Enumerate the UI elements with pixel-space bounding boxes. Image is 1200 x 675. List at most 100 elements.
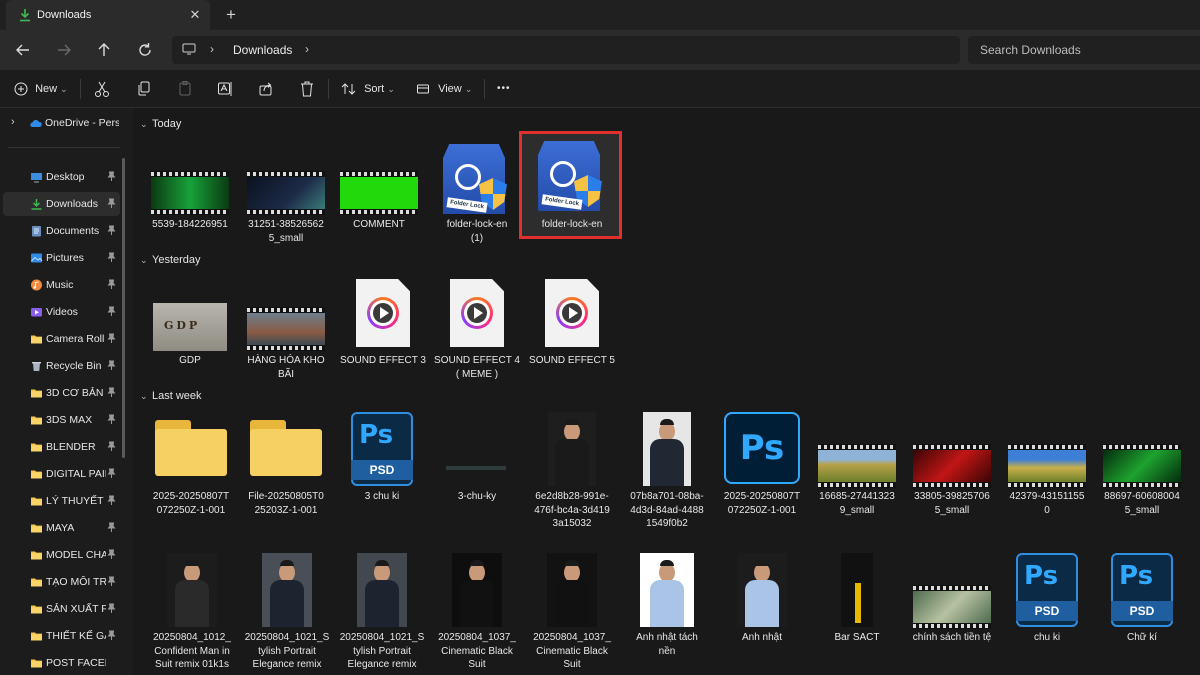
sidebar-item-maya[interactable]: MAYA xyxy=(3,516,120,540)
image-thumbnail xyxy=(440,462,514,476)
chevron-right-icon[interactable]: › xyxy=(11,116,15,128)
sort-button[interactable]: Sort ⌄ xyxy=(341,80,395,98)
paste-icon[interactable] xyxy=(177,80,193,98)
sidebar-item-label: Downloads xyxy=(46,198,98,210)
group-header-yesterday[interactable]: ⌄ Yesterday xyxy=(140,254,201,266)
file-name: 3 chu ki xyxy=(364,491,400,502)
sidebar-item-music[interactable]: Music xyxy=(3,273,120,297)
up-arrow-icon[interactable] xyxy=(93,39,115,61)
ps-logo-text: Ps xyxy=(1024,561,1059,591)
sidebar-item-digital-pain[interactable]: DIGITAL PAIN xyxy=(3,462,120,486)
new-tab-button[interactable]: + xyxy=(222,6,240,24)
sidebar-item-label: Recycle Bin xyxy=(46,360,102,372)
rename-icon[interactable] xyxy=(217,80,233,98)
sidebar-item-camera-roll[interactable]: Camera Roll xyxy=(3,327,120,351)
refresh-icon[interactable] xyxy=(134,39,156,61)
sidebar-item-label: 3D CƠ BẢN xyxy=(46,387,104,399)
photo-thumbnail xyxy=(452,553,502,627)
file-name: 20250804_1037_ Cinematic Black Suit xyxy=(533,632,611,670)
sidebar-item-videos[interactable]: Videos xyxy=(3,300,120,324)
copy-icon[interactable] xyxy=(136,80,152,98)
delete-icon[interactable] xyxy=(299,80,315,98)
sidebar-item-label: Videos xyxy=(46,306,78,318)
folder-icon xyxy=(31,524,42,533)
sidebar-item-desktop[interactable]: Desktop xyxy=(3,165,120,189)
psd-label: PSD xyxy=(351,460,413,480)
photo-thumbnail xyxy=(262,553,312,627)
share-icon[interactable] xyxy=(258,80,274,98)
sidebar-item-3d-c-b-n[interactable]: 3D CƠ BẢN xyxy=(3,381,120,405)
tab-title: Downloads xyxy=(37,9,92,21)
pin-icon xyxy=(107,630,116,640)
file-name: File-20250805T0 25203Z-1-001 xyxy=(248,491,324,516)
divider xyxy=(328,79,329,99)
sidebar-item-label: Camera Roll xyxy=(46,333,105,345)
pin-icon xyxy=(107,306,116,316)
address-field[interactable]: › Downloads › xyxy=(172,36,960,64)
play-triangle xyxy=(380,307,389,319)
folder-icon xyxy=(31,443,42,452)
chevron-down-icon: ⌄ xyxy=(464,84,473,94)
pin-icon xyxy=(107,495,116,505)
file-name: 2025-20250807T 072250Z-1-001 xyxy=(152,491,230,516)
sidebar-scrollbar[interactable] xyxy=(122,158,125,458)
file-name: chu ki xyxy=(1033,632,1061,643)
sidebar-item-documents[interactable]: Documents xyxy=(3,219,120,243)
sidebar-item-onedrive[interactable]: › OneDrive - Perso xyxy=(3,111,120,135)
sidebar-item-downloads[interactable]: Downloads xyxy=(3,192,120,216)
sidebar-item-l-thuy-t-g[interactable]: LÝ THUYẾT G xyxy=(3,489,120,513)
chevron-down-icon: ⌄ xyxy=(140,391,148,401)
sidebar-item-label: MODEL CHAI xyxy=(46,549,106,561)
sidebar-item-thi-t-k-gai[interactable]: THIẾT KẾ GAI xyxy=(3,624,120,648)
chevron-down-icon: ⌄ xyxy=(140,255,148,265)
sidebar-item-label: THIẾT KẾ GAI xyxy=(46,630,106,642)
sidebar-item-3ds-max[interactable]: 3DS MAX xyxy=(3,408,120,432)
cloud-icon xyxy=(30,120,42,127)
video-thumbnail xyxy=(340,171,418,215)
pin-icon xyxy=(107,441,116,451)
new-button[interactable]: New ⌄ xyxy=(14,80,68,98)
pin-icon xyxy=(107,360,116,370)
file-name: SOUND EFFECT 3 xyxy=(340,355,426,366)
file-name: folder-lock-en (1) xyxy=(446,219,508,244)
file-name: 42379-43151155 0 xyxy=(1009,491,1085,516)
file-name: GDP xyxy=(179,355,201,366)
file-name: 20250804_1021_S tylish Portrait Elegance… xyxy=(339,632,425,670)
sidebar-item-recycle-bin[interactable]: Recycle Bin xyxy=(3,354,120,378)
sidebar-item-label: LÝ THUYẾT G xyxy=(46,495,106,507)
folder-icon xyxy=(31,632,42,641)
file-name: 31251-38526562 5_small xyxy=(248,219,324,244)
cut-icon[interactable] xyxy=(94,80,110,98)
file-name: SOUND EFFECT 4 ( MEME ) xyxy=(434,355,520,380)
sidebar-item-post-facebooi[interactable]: POST FACEBOOI xyxy=(3,651,120,675)
view-button[interactable]: View ⌄ xyxy=(416,80,472,98)
chevron-right-icon[interactable]: › xyxy=(210,42,214,56)
tab-downloads[interactable]: Downloads ✕ xyxy=(6,0,210,30)
sidebar-item-s-n-xu-t-pi[interactable]: SẢN XUẤT PI xyxy=(3,597,120,621)
videos-icon xyxy=(31,308,42,317)
folder-icon xyxy=(31,389,42,398)
address-bar-row: › Downloads › Search Downloads xyxy=(0,30,1200,70)
sidebar-item-model-chai[interactable]: MODEL CHAI xyxy=(3,543,120,567)
chevron-right-icon[interactable]: › xyxy=(305,42,309,56)
sidebar-item-pictures[interactable]: Pictures xyxy=(3,246,120,270)
sidebar-item-blender[interactable]: BLENDER xyxy=(3,435,120,459)
search-input[interactable]: Search Downloads xyxy=(968,36,1200,64)
key-icon xyxy=(550,161,576,187)
forward-arrow-icon[interactable] xyxy=(53,39,75,61)
file-name: Bar SACT xyxy=(834,632,880,643)
folder-icon xyxy=(250,429,322,476)
chevron-down-icon: ⌄ xyxy=(387,84,395,94)
group-title: Last week xyxy=(152,390,202,402)
file-name: 33805-39825706 5_small xyxy=(914,491,990,516)
group-header-today[interactable]: ⌄ Today xyxy=(140,118,181,130)
sidebar-item-t-o-m-i-tri[interactable]: TẠO MÔI TRI xyxy=(3,570,120,594)
close-tab-icon[interactable]: ✕ xyxy=(187,7,203,23)
breadcrumb-downloads[interactable]: Downloads xyxy=(233,43,292,57)
more-options-button[interactable]: ••• xyxy=(497,80,511,98)
sidebar-item-label: POST FACEBOOI xyxy=(46,657,106,669)
sort-label: Sort xyxy=(364,83,385,95)
back-arrow-icon[interactable] xyxy=(12,39,34,61)
psd-label: PSD xyxy=(1111,601,1173,621)
group-header-last-week[interactable]: ⌄ Last week xyxy=(140,390,202,402)
